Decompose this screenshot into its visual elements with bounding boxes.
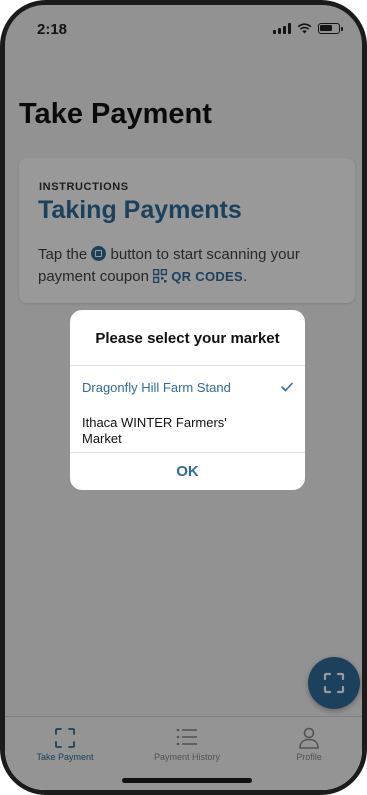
market-select-dialog: Please select your market Dragonfly Hill…: [70, 310, 305, 490]
home-indicator: [122, 778, 252, 783]
market-option-dragonfly[interactable]: Dragonfly Hill Farm Stand: [70, 370, 305, 410]
option-label: Dragonfly Hill Farm Stand: [82, 380, 231, 395]
market-option-ithaca-winter[interactable]: Ithaca WINTER Farmers' Market: [70, 411, 305, 451]
checkmark-icon: [281, 382, 293, 392]
ok-button[interactable]: OK: [70, 453, 305, 490]
dialog-title: Please select your market: [95, 330, 280, 347]
option-label: Ithaca WINTER Farmers' Market: [82, 415, 227, 446]
app-screen: 2:18 Take Payment INSTRUCTIONS Taking Pa…: [5, 5, 362, 790]
divider: [70, 365, 305, 366]
phone-frame: 2:18 Take Payment INSTRUCTIONS Taking Pa…: [0, 0, 367, 795]
